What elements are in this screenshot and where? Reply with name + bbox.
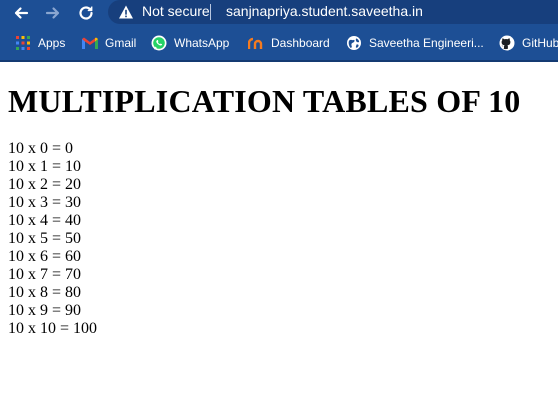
bookmark-whatsapp[interactable]: WhatsApp [151,34,229,52]
table-line: 10 x 10 = 100 [8,320,98,337]
bookmark-label: GitHub [522,36,558,50]
table-line: 10 x 4 = 40 [8,212,82,229]
bookmark-dashboard[interactable]: Dashboard [248,34,330,52]
bookmark-label: Dashboard [271,36,330,50]
table-line: 10 x 6 = 60 [8,248,82,265]
bookmark-saveetha[interactable]: Saveetha Engineeri... [346,34,484,52]
gmail-icon [82,35,98,51]
back-button[interactable] [10,2,32,24]
table-line: 10 x 3 = 30 [8,194,82,211]
bookmark-label: WhatsApp [174,36,230,50]
bookmark-label: Apps [38,36,66,50]
security-status[interactable]: Not secure [142,3,210,19]
table-line: 10 x 0 = 0 [8,140,74,157]
github-icon [499,35,515,51]
reload-button[interactable] [75,2,97,24]
bookmark-apps[interactable]: Apps [15,34,65,52]
bookmarks-bar: Apps Gmail WhatsApp Dashboard Saveetha E… [0,26,558,62]
reload-icon [79,6,93,20]
browser-toolbar: Not secure sanjnapriya.student.saveetha.… [0,0,558,26]
arrow-right-icon [45,7,60,19]
table-line: 10 x 2 = 20 [8,176,82,193]
page-content: MULTIPLICATION TABLES OF 10 10 x 0 = 0 1… [8,62,548,338]
dashboard-icon [248,35,264,51]
bookmark-github[interactable]: GitHub [499,34,558,52]
apps-grid-icon [15,35,31,51]
table-line: 10 x 1 = 10 [8,158,82,175]
arrow-left-icon [14,7,29,19]
table-line: 10 x 5 = 50 [8,230,82,247]
address-bar[interactable]: Not secure sanjnapriya.student.saveetha.… [108,0,558,24]
globe-icon [346,35,362,51]
bookmark-label: Gmail [105,36,137,50]
warning-icon[interactable] [118,4,134,20]
url-text[interactable]: sanjnapriya.student.saveetha.in [226,3,423,19]
table-line: 10 x 9 = 90 [8,302,82,319]
page-title: MULTIPLICATION TABLES OF 10 [8,83,521,119]
forward-button[interactable] [42,2,64,24]
table-line: 10 x 8 = 80 [8,284,82,301]
whatsapp-icon [151,35,167,51]
bookmark-label: Saveetha Engineeri... [369,36,484,50]
address-divider [210,4,211,20]
multiplication-table: 10 x 0 = 0 10 x 1 = 10 10 x 2 = 20 10 x … [8,140,548,338]
bookmark-gmail[interactable]: Gmail [82,34,136,52]
table-line: 10 x 7 = 70 [8,266,82,283]
